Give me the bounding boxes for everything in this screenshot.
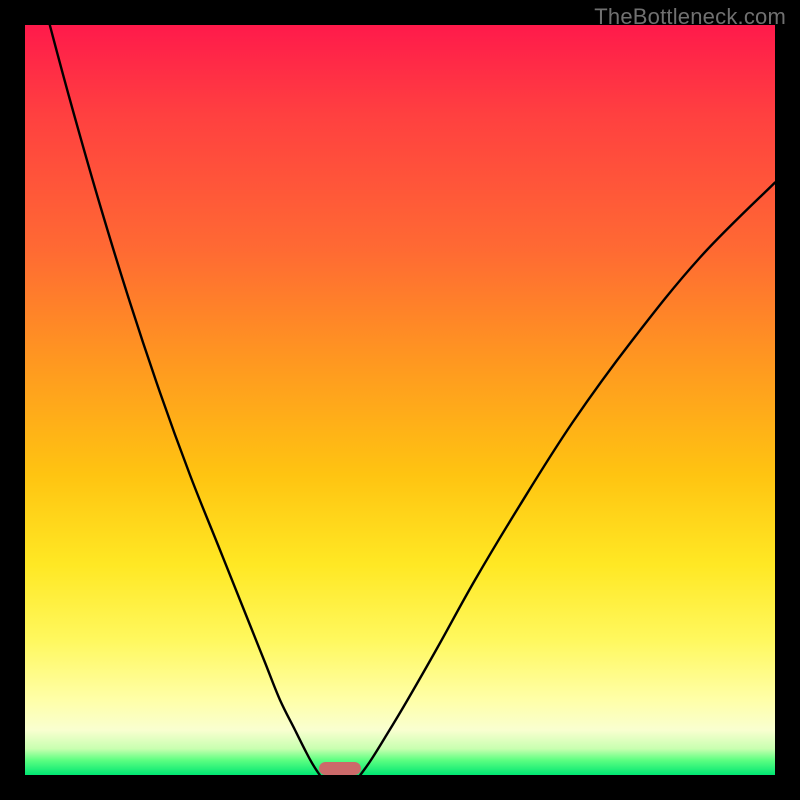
outer-frame: TheBottleneck.com: [0, 0, 800, 800]
curve-right-branch: [360, 183, 775, 776]
bottleneck-curve: [25, 25, 775, 775]
minimum-marker: [319, 762, 361, 776]
curve-left-branch: [50, 25, 320, 775]
watermark-text: TheBottleneck.com: [594, 4, 786, 30]
plot-area: [25, 25, 775, 775]
